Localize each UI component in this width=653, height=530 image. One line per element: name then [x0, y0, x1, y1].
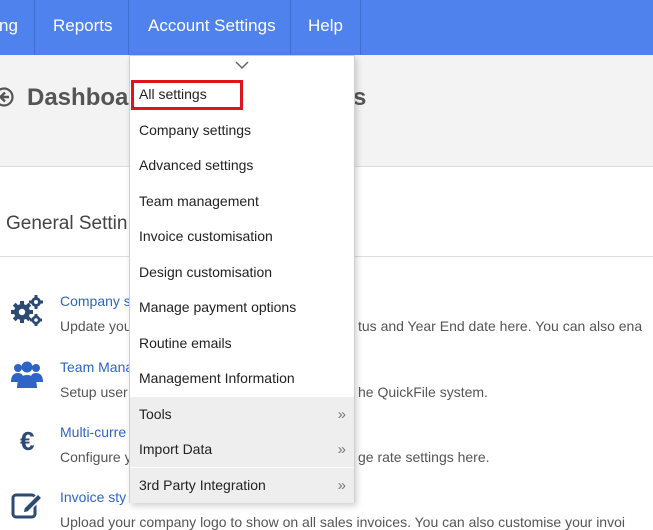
menu-item-design-customisation[interactable]: Design customisation	[130, 255, 354, 290]
top-navbar: ng Reports Account Settings Help	[0, 0, 653, 55]
menu-item-label: All settings	[139, 86, 207, 102]
row-desc-company-tail: tus and Year End date here. You can also…	[358, 318, 643, 334]
page-title-tail: s	[353, 84, 367, 111]
menu-item-tools[interactable]: Tools »	[130, 397, 354, 432]
submenu-arrow-icon: »	[337, 406, 346, 423]
menu-item-import-data[interactable]: Import Data »	[130, 432, 354, 467]
menu-item-label: Design customisation	[139, 264, 273, 280]
row-desc-currency-tail: ge rate settings here.	[358, 449, 490, 465]
menu-item-label: 3rd Party Integration	[139, 477, 266, 493]
row-desc-invoice: Upload your company logo to show on all …	[60, 514, 625, 530]
submenu-arrow-icon: »	[337, 441, 346, 458]
menu-item-label: Management Information	[139, 370, 295, 386]
menu-item-label: Advanced settings	[139, 157, 254, 173]
svg-text:€: €	[20, 426, 34, 456]
menu-item-label: Manage payment options	[139, 299, 297, 315]
edit-icon	[11, 492, 44, 519]
row-title-currency[interactable]: Multi-curre	[60, 424, 126, 440]
page-title: Dashboa	[27, 84, 129, 111]
nav-divider	[360, 0, 361, 55]
nav-item-reports[interactable]: Reports	[53, 0, 113, 55]
users-icon	[11, 361, 43, 388]
menu-item-label: Tools	[139, 406, 172, 422]
menu-item-advanced-settings[interactable]: Advanced settings	[130, 148, 354, 183]
menu-item-routine-emails[interactable]: Routine emails	[130, 326, 354, 361]
menu-item-3rd-party-integration[interactable]: 3rd Party Integration »	[130, 468, 354, 503]
section-title: General Settin	[6, 213, 128, 234]
submenu-arrow-icon: »	[337, 477, 346, 494]
app-window: ng Reports Account Settings Help Dashboa…	[0, 0, 653, 530]
menu-item-label: Invoice customisation	[139, 228, 273, 244]
gears-icon	[11, 295, 43, 326]
row-title-team[interactable]: Team Mana	[60, 359, 133, 375]
menu-item-label: Team management	[139, 193, 259, 209]
row-title-invoice[interactable]: Invoice sty	[60, 489, 126, 505]
row-desc-team-tail: he QuickFile system.	[358, 384, 488, 400]
menu-item-all-settings[interactable]: All settings	[130, 77, 354, 112]
row-desc-company: Update you	[60, 318, 132, 334]
euro-icon: €	[20, 426, 34, 456]
nav-divider	[128, 0, 129, 55]
row-title-company[interactable]: Company s	[60, 293, 131, 309]
menu-item-team-management[interactable]: Team management	[130, 184, 354, 219]
menu-item-manage-payment-options[interactable]: Manage payment options	[130, 290, 354, 325]
nav-item-help[interactable]: Help	[308, 0, 343, 55]
row-desc-team: Setup user	[60, 384, 128, 400]
menu-item-label: Routine emails	[139, 335, 232, 351]
nav-divider	[290, 0, 291, 55]
nav-item-partial[interactable]: ng	[0, 0, 18, 55]
chevron-down-icon	[235, 61, 249, 70]
menu-item-management-information[interactable]: Management Information	[130, 361, 354, 396]
nav-divider	[34, 0, 35, 55]
menu-item-invoice-customisation[interactable]: Invoice customisation	[130, 219, 354, 254]
menu-item-label: Company settings	[139, 122, 252, 138]
row-desc-currency: Configure y	[60, 449, 132, 465]
back-arrow-icon[interactable]	[0, 87, 14, 107]
nav-item-account-settings[interactable]: Account Settings	[148, 0, 276, 55]
menu-item-company-settings[interactable]: Company settings	[130, 113, 354, 148]
menu-item-label: Import Data	[139, 441, 213, 457]
account-settings-dropdown: All settings Company settings Advanced s…	[129, 55, 355, 503]
